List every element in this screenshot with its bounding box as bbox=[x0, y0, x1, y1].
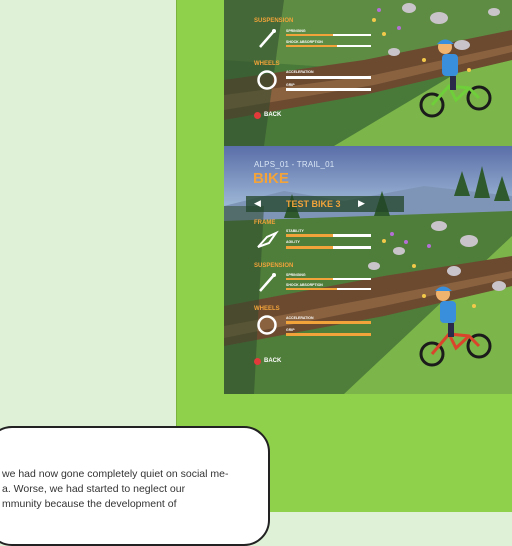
springing-label: SPRINGING bbox=[286, 273, 306, 277]
level-breadcrumb: ALPS_01 - TRAIL_01 bbox=[254, 160, 335, 169]
agility-bar bbox=[286, 246, 371, 249]
stability-bar-fill bbox=[286, 234, 333, 237]
back-icon[interactable] bbox=[254, 112, 261, 119]
grip-bar bbox=[286, 333, 371, 336]
text-bubble: we had now gone completely quiet on soci… bbox=[0, 426, 270, 546]
game-screenshot-top: SUSPENSION SPRINGING SHOCK ABSORPTION WH… bbox=[224, 0, 512, 146]
stability-bar bbox=[286, 234, 371, 237]
agility-bar-fill bbox=[286, 246, 333, 249]
grip-label: GRIP bbox=[286, 328, 295, 332]
suspension-label: SUSPENSION bbox=[254, 18, 294, 24]
springing-bar bbox=[286, 34, 371, 36]
agility-label: AGILITY bbox=[286, 240, 300, 244]
game-hud-bottom: ALPS_01 - TRAIL_01 BIKE ◀ TEST BIKE 3 ▶ … bbox=[224, 146, 512, 394]
wheels-label: WHEELS bbox=[254, 306, 280, 312]
shock-absorption-bar-fill bbox=[286, 45, 337, 47]
prev-bike-arrow[interactable]: ◀ bbox=[254, 198, 261, 209]
bike-frame-icon bbox=[257, 230, 279, 248]
game-hud-top: SUSPENSION SPRINGING SHOCK ABSORPTION WH… bbox=[224, 0, 512, 146]
grip-bar bbox=[286, 88, 371, 91]
suspension-fork-icon bbox=[259, 273, 276, 292]
acceleration-bar bbox=[286, 321, 371, 324]
wheel-icon bbox=[257, 315, 277, 335]
shock-absorption-bar bbox=[286, 288, 371, 290]
text-bubble-body: we had now gone completely quiet on soci… bbox=[2, 467, 264, 512]
suspension-label: SUSPENSION bbox=[254, 263, 294, 269]
grip-label: GRIP bbox=[286, 83, 295, 87]
shock-absorption-label: SHOCK ABSORPTION bbox=[286, 283, 323, 287]
text-line: a. Worse, we had started to neglect our bbox=[2, 483, 186, 495]
stability-label: STABILITY bbox=[286, 229, 304, 233]
springing-bar-fill bbox=[286, 34, 333, 36]
acceleration-label: ACCELERATION bbox=[286, 70, 314, 74]
text-line: mmunity because the development of bbox=[2, 498, 177, 510]
grip-bar-fill bbox=[286, 333, 371, 336]
suspension-fork-icon bbox=[259, 29, 276, 48]
wheels-label: WHEELS bbox=[254, 61, 280, 67]
wheel-icon bbox=[257, 70, 277, 90]
springing-bar bbox=[286, 278, 371, 280]
shock-absorption-bar-fill bbox=[286, 288, 337, 290]
next-bike-arrow[interactable]: ▶ bbox=[358, 198, 365, 209]
back-icon[interactable] bbox=[254, 358, 261, 365]
text-line: we had now gone completely quiet on soci… bbox=[2, 468, 229, 480]
page-title: BIKE bbox=[253, 170, 289, 187]
springing-bar-fill bbox=[286, 278, 333, 280]
shock-absorption-label: SHOCK ABSORPTION bbox=[286, 40, 323, 44]
acceleration-bar bbox=[286, 76, 371, 79]
selected-bike-name: TEST BIKE 3 bbox=[286, 199, 341, 209]
game-screenshot-bottom: ALPS_01 - TRAIL_01 BIKE ◀ TEST BIKE 3 ▶ … bbox=[224, 146, 512, 394]
springing-label: SPRINGING bbox=[286, 29, 306, 33]
shock-absorption-bar bbox=[286, 45, 371, 47]
back-button[interactable]: BACK bbox=[264, 358, 281, 364]
acceleration-label: ACCELERATION bbox=[286, 316, 314, 320]
back-button[interactable]: BACK bbox=[264, 112, 281, 118]
acceleration-bar-fill bbox=[286, 321, 371, 324]
frame-label: FRAME bbox=[254, 220, 276, 226]
